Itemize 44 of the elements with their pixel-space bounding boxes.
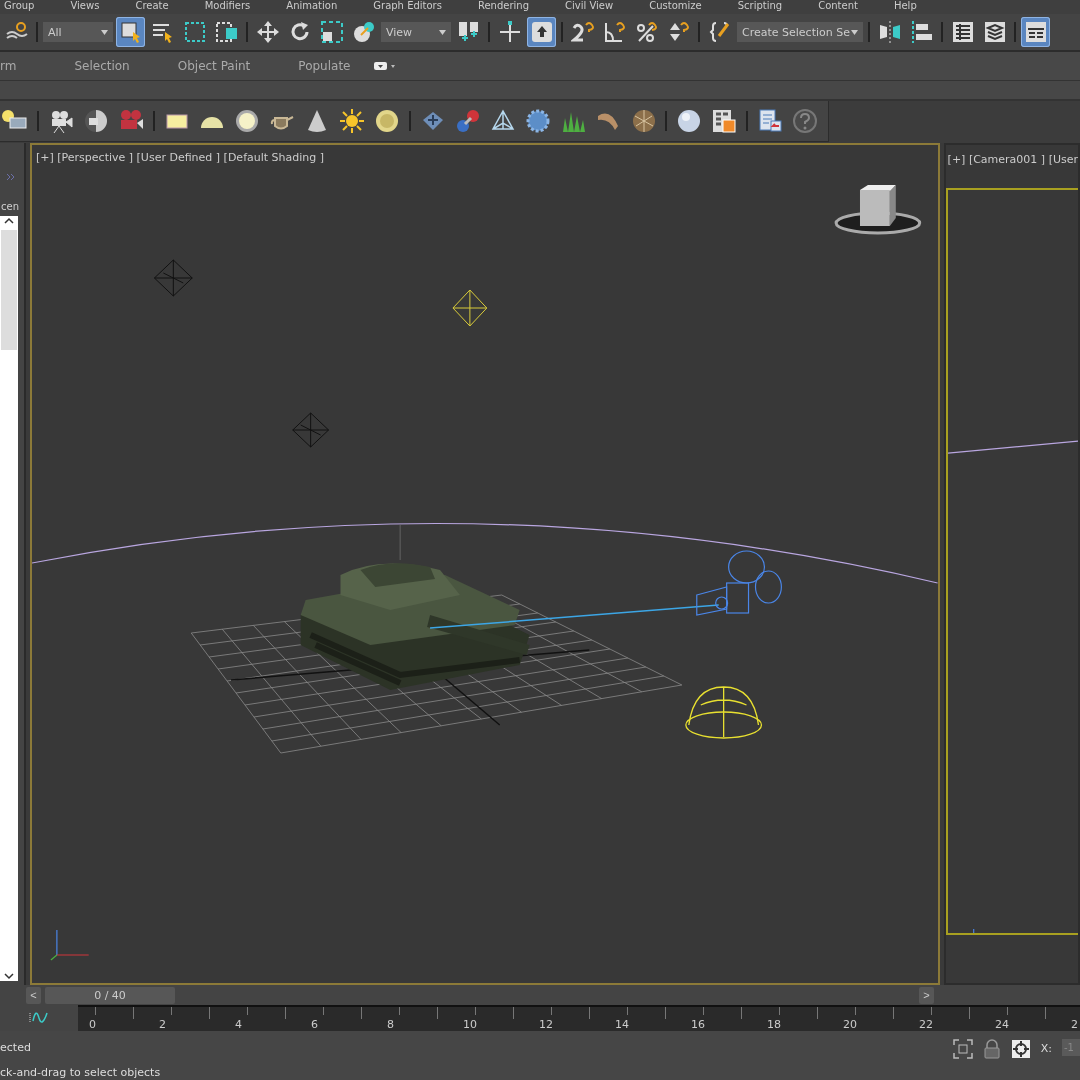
frame-number: 22 [919, 1019, 934, 1031]
next-frame-button[interactable]: > [919, 986, 934, 1004]
dropdown[interactable]: Create Selection Se [737, 22, 863, 42]
camera-viewport[interactable]: [+] [Camera001 ] [User [943, 143, 1080, 985]
prompt-text: ck-and-drag to select objects [0, 1066, 161, 1079]
perspective-viewport[interactable]: [+] [Perspective ] [User Defined ] [Default Shading ] [30, 143, 940, 985]
menu-item[interactable]: Rendering [477, 0, 530, 14]
frame-number: 14 [615, 1019, 630, 1031]
frame-number: 20 [843, 1019, 858, 1031]
menu-item[interactable]: Group [4, 0, 35, 14]
ribbon-tab[interactable]: Object Paint [153, 59, 275, 73]
menu-item[interactable]: Graph Editors [373, 0, 442, 14]
frame-number: 4 [235, 1019, 243, 1031]
frame-number: 8 [387, 1019, 395, 1031]
dropdown[interactable]: All [43, 22, 113, 42]
ribbon-tab[interactable]: rm [0, 59, 51, 73]
time-slider[interactable]: 0 / 40 [45, 986, 175, 1004]
menu-item[interactable]: Scripting [737, 0, 783, 14]
menu-item[interactable]: Civil View [565, 0, 614, 14]
menu-item[interactable]: Help [893, 0, 917, 14]
frame-number: 0 [89, 1019, 97, 1031]
menu-item[interactable]: Animation [286, 0, 338, 14]
viewport-label[interactable]: [+] [Perspective ] [User Defined ] [Default Shading ] [36, 151, 325, 164]
viewport-label[interactable]: [+] [Camera001 ] [User [947, 153, 1078, 166]
frame-number: 6 [311, 1019, 319, 1031]
frame-number: 24 [995, 1019, 1010, 1031]
frame-number: 2 [159, 1019, 167, 1031]
menu-item[interactable]: Customize [649, 0, 702, 14]
x-coordinate-label: X: [1040, 1041, 1052, 1055]
previous-frame-button[interactable]: < [26, 986, 41, 1004]
frame-number: 18 [767, 1019, 782, 1031]
ribbon-tab[interactable]: Selection [50, 59, 154, 73]
frame-number: 12 [539, 1019, 554, 1031]
dropdown[interactable]: View [381, 22, 451, 42]
ribbon-tab[interactable]: Populate [274, 59, 375, 73]
frame-number: 2 [1071, 1019, 1078, 1031]
menu-item[interactable]: Modifiers [204, 0, 251, 14]
menu-item[interactable]: Content [818, 0, 858, 14]
frame-number: 10 [463, 1019, 478, 1031]
panel-tab[interactable]: cen [1, 201, 19, 212]
selection-status: ected [0, 1041, 32, 1054]
menu-item[interactable]: Views [70, 0, 100, 14]
frame-number: 16 [691, 1019, 706, 1031]
menu-item[interactable]: Create [135, 0, 169, 14]
